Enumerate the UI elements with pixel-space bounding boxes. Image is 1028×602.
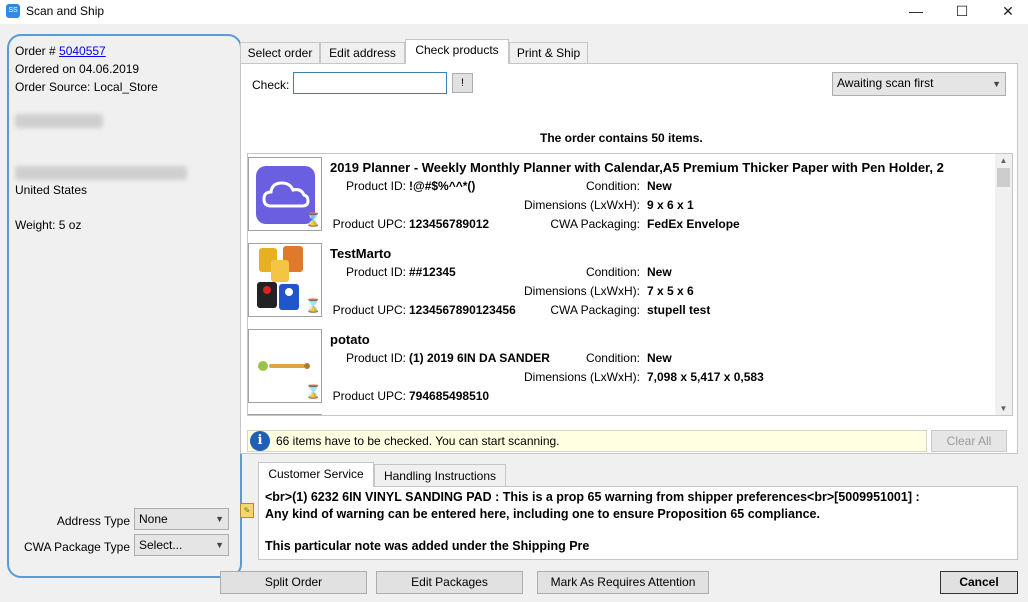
minimize-button[interactable]: — [893,0,939,24]
product-id-label: Product ID: [345,179,406,193]
scroll-down-icon[interactable]: ▼ [995,402,1012,416]
tab-edit-address[interactable]: Edit address [320,42,405,63]
hourglass-icon: ⌛ [305,298,322,313]
customer-service-notes: <br>(1) 6232 6IN VINYL SANDING PAD : Thi… [265,489,1010,555]
condition-label: Condition: [585,351,640,365]
scan-mode-value: Awaiting scan first [837,76,934,90]
product-upc-value: 1234567890123456 [409,303,516,317]
notes-spacer [265,522,1010,538]
cancel-button[interactable]: Cancel [940,571,1018,594]
redacted-address [15,166,187,180]
tab-print-ship[interactable]: Print & Ship [509,42,588,63]
title-bar [0,0,1028,24]
cwa-package-type-label: CWA Package Type [23,540,130,554]
condition-value: New [647,265,672,279]
condition-value: New [647,179,672,193]
chevron-down-icon: ▼ [215,514,224,524]
tab-check-products[interactable]: Check products [405,39,509,64]
redacted-name [15,114,103,128]
check-label: Check: [252,78,290,92]
cwa-package-type-value: Select... [139,538,183,552]
product-id-label: Product ID: [345,265,406,279]
product-upc-value: 794685498510 [409,389,490,403]
edit-packages-button[interactable]: Edit Packages [376,571,523,594]
product-id-label: Product ID: [345,351,406,365]
mark-requires-attention-button[interactable]: Mark As Requires Attention [537,571,709,594]
product-title: TestMarto [330,246,392,261]
cwa-package-type-select[interactable]: Select... ▼ [134,534,229,556]
note-icon: ✎ [240,503,254,518]
order-item-count: The order contains 50 items. [540,131,703,145]
notes-line: Any kind of warning can be entered here,… [265,506,820,521]
country: United States [15,183,88,197]
product-id-value: ##12345 [409,265,456,279]
condition-label: Condition: [585,179,640,193]
chevron-down-icon: ▼ [215,540,224,550]
cwa-packaging-value: stupell test [647,303,711,317]
dimensions-label: Dimensions (LxWxH): [523,284,640,298]
scroll-thumb[interactable] [997,168,1010,187]
address-type-select[interactable]: None ▼ [134,508,229,530]
scan-mode-select[interactable]: Awaiting scan first ▼ [832,72,1006,96]
product-upc-label: Product UPC: [332,217,406,231]
cwa-packaging-value: FedEx Envelope [647,217,740,231]
address-type-value: None [139,512,168,526]
product-upc-label: Product UPC: [332,389,406,403]
clear-all-button[interactable]: Clear All [931,430,1007,452]
check-button[interactable]: ! [452,73,473,93]
info-icon: i [250,431,270,451]
product-list-scrollbar[interactable] [995,154,1012,415]
dimensions-value: 7,098 x 5,417 x 0,583 [647,370,764,384]
order-number-link[interactable]: 5040557 [59,44,106,58]
check-input[interactable] [293,72,447,94]
scroll-up-icon[interactable]: ▲ [995,154,1012,168]
weight: Weight: 5 oz [15,218,82,232]
order-number-row: Order # 5040557 [15,44,106,58]
info-message: 66 items have to be checked. You can sta… [276,434,560,448]
condition-value: New [647,351,672,365]
ordered-on: Ordered on 04.06.2019 [15,62,140,76]
split-order-button[interactable]: Split Order [220,571,367,594]
product-id-value: (1) 2019 6IN DA SANDER [409,351,550,365]
hourglass-icon: ⌛ [305,384,322,399]
product-thumbnail-partial [248,414,322,417]
tab-customer-service[interactable]: Customer Service [258,462,374,487]
dimensions-value: 7 x 5 x 6 [647,284,694,298]
address-type-label: Address Type [56,514,130,528]
chevron-down-icon: ▼ [992,79,1001,89]
product-title: potato [330,332,370,347]
condition-label: Condition: [585,265,640,279]
dimensions-label: Dimensions (LxWxH): [523,370,640,384]
close-button[interactable]: ✕ [985,0,1028,24]
notes-line: <br>(1) 6232 6IN VINYL SANDING PAD : Thi… [265,490,920,504]
app-icon: SS [6,4,20,18]
product-title: 2019 Planner - Weekly Monthly Planner wi… [330,160,944,175]
hourglass-icon: ⌛ [305,212,322,227]
window-title: Scan and Ship [26,4,105,18]
dimensions-value: 9 x 6 x 1 [647,198,694,212]
cwa-packaging-label: CWA Packaging: [550,217,640,231]
cwa-packaging-label: CWA Packaging: [550,303,640,317]
tab-handling-instructions[interactable]: Handling Instructions [374,464,506,487]
order-number-label: Order # [15,44,60,58]
dimensions-label: Dimensions (LxWxH): [523,198,640,212]
maximize-button[interactable]: ☐ [939,0,985,24]
tab-select-order[interactable]: Select order [240,42,320,63]
product-upc-label: Product UPC: [332,303,406,317]
product-id-value: !@#$%^^*() [409,179,476,193]
notes-line: This particular note was added under the… [265,539,590,553]
product-upc-value: 123456789012 [409,217,490,231]
order-source: Order Source: Local_Store [15,80,158,94]
